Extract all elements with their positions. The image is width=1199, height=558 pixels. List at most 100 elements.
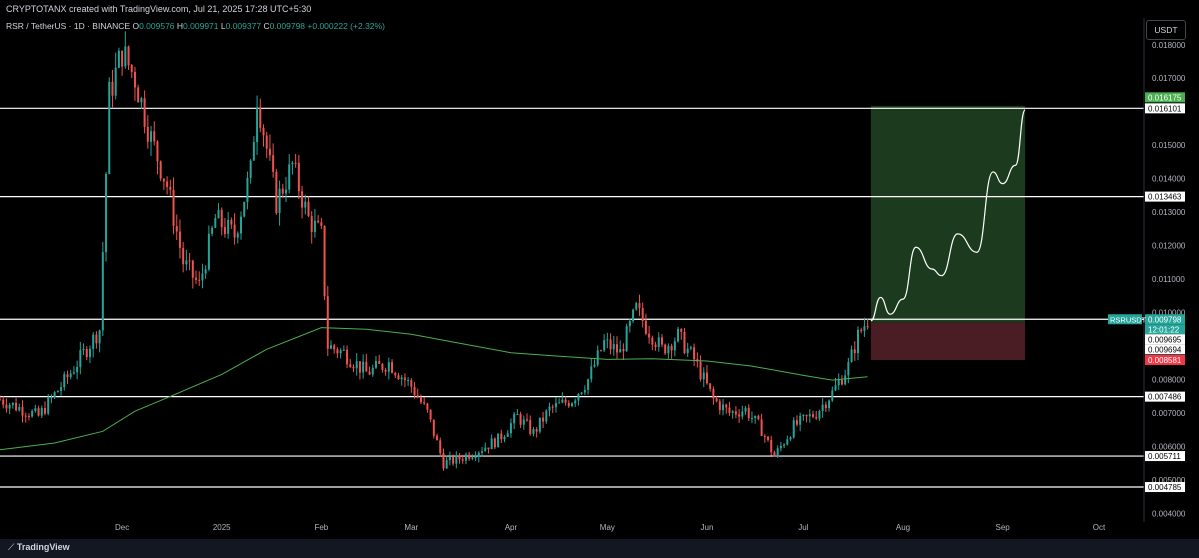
candle-body (56, 390, 59, 393)
x-tick-label: Jun (701, 523, 714, 532)
candle-body (448, 456, 451, 461)
candle-body (72, 372, 75, 374)
candle-body (88, 348, 91, 358)
candle-body (863, 326, 866, 332)
candle-body (493, 438, 496, 448)
candle-body (336, 349, 339, 354)
candle-body (436, 435, 439, 441)
candle-body (156, 141, 159, 162)
candle-body (622, 349, 625, 352)
x-tick-label: 2025 (213, 523, 231, 532)
candle-body (660, 337, 663, 345)
candle-body (378, 360, 381, 364)
candle-body (821, 404, 824, 412)
candle-body (757, 415, 760, 420)
y-tick-label: 0.013000 (1152, 208, 1186, 217)
candle-body (365, 361, 368, 372)
candle-body (728, 407, 731, 413)
x-tick-label: Oct (1093, 523, 1106, 532)
tradingview-logo[interactable]: ⟋ TradingView (8, 542, 70, 553)
candle-body (204, 269, 207, 274)
candles (0, 31, 869, 471)
candle-body (670, 345, 673, 351)
symbol-tag: RSRUSDT (1110, 315, 1147, 324)
candle-body (137, 87, 140, 103)
candle-body (522, 419, 525, 425)
x-tick-label: Apr (505, 523, 518, 532)
candle-body (105, 173, 108, 253)
candle-body (497, 433, 500, 448)
candle-body (747, 407, 750, 419)
candle-body (481, 451, 484, 453)
candle-body (792, 420, 795, 438)
candle-body (548, 406, 551, 411)
tradingview-logo-icon: ⟋ (8, 542, 15, 552)
candle-body (818, 411, 821, 419)
candle-body (211, 227, 214, 234)
candle-body (567, 402, 570, 407)
currency-button[interactable]: USDT (1146, 20, 1186, 40)
candle-body (587, 379, 590, 390)
candle-body (423, 402, 426, 404)
candle-body (760, 419, 763, 436)
candle-body (66, 374, 69, 378)
candle-body (847, 362, 850, 376)
candle-body (789, 437, 792, 440)
candle-body (718, 401, 721, 411)
candle-body (612, 344, 615, 350)
candle-body (362, 361, 365, 373)
candle-body (590, 366, 593, 380)
candle-body (770, 439, 773, 453)
candle-body (60, 387, 63, 391)
candle-body (275, 171, 278, 214)
price-label-stop: 0.008581 (1148, 356, 1182, 365)
candle-body (837, 380, 840, 386)
candle-body (754, 415, 757, 419)
candle-body (50, 397, 53, 399)
candle-body (268, 148, 271, 156)
candle-body (808, 414, 811, 417)
candle-body (461, 459, 464, 461)
candle-body (606, 339, 609, 341)
candle-body (686, 348, 689, 354)
candle-body (394, 372, 397, 376)
price-label-level: 0.009694 (1148, 345, 1182, 354)
candle-body (11, 402, 14, 406)
candle-body (400, 377, 403, 380)
candle-body (689, 347, 692, 349)
candle-body (346, 349, 349, 365)
candle-body (230, 219, 233, 225)
candle-body (223, 227, 226, 234)
candle-body (516, 413, 519, 415)
candle-body (506, 433, 509, 437)
candle-body (333, 345, 336, 350)
price-chart[interactable]: 0.018000 0.017000 0.015000 0.014000 0.013000… (0, 0, 1199, 558)
candle-body (82, 349, 85, 351)
candle-body (580, 392, 583, 394)
x-tick-label: Jul (798, 523, 808, 532)
candle-body (738, 414, 741, 417)
candle-body (857, 329, 859, 354)
candle-body (265, 135, 268, 149)
candle-body (558, 402, 561, 404)
candle-body (831, 390, 834, 401)
y-tick-label: 0.007000 (1152, 409, 1186, 418)
candle-body (715, 398, 718, 402)
x-tick-label: Feb (314, 523, 328, 532)
candle-body (27, 416, 30, 418)
x-tick-label: Aug (896, 523, 910, 532)
candle-body (599, 350, 602, 352)
candle-body (47, 397, 50, 414)
candle-body (18, 407, 21, 411)
price-label-level: 0.004785 (1148, 483, 1182, 492)
candle-body (285, 189, 287, 194)
x-tick-label: Mar (404, 523, 418, 532)
candle-body (702, 372, 705, 380)
candle-body (641, 307, 644, 321)
candle-body (776, 448, 779, 457)
candle-body (339, 350, 342, 354)
candle-body (677, 328, 680, 342)
candle-body (680, 328, 683, 332)
candle-body (256, 107, 259, 142)
candle-body (150, 131, 153, 142)
